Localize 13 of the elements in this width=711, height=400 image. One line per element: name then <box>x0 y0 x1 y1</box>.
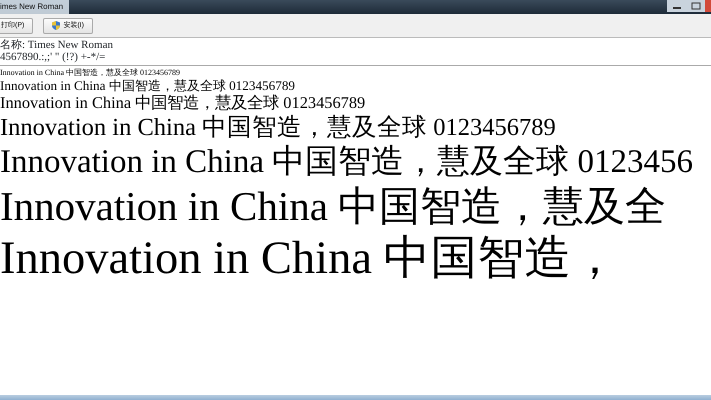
shield-icon <box>52 21 60 30</box>
maximize-icon[interactable] <box>687 0 705 12</box>
window-title: imes New Roman <box>0 0 70 14</box>
sample-text: Innovation in China 中国智造，慧及全球 0123456789 <box>0 93 366 114</box>
sample-text: Innovation in China 中国智造， <box>0 232 620 286</box>
sample-text: Innovation in China 中国智造，慧及全 <box>0 182 668 232</box>
minimize-icon[interactable] <box>667 0 687 12</box>
sample-text: Innovation in China 中国智造，慧及全球 0123456789 <box>0 78 296 94</box>
sample-text: Innovation in China 中国智造，慧及全球 0123456789 <box>0 68 181 78</box>
character-sample-text: 4567890.:,;' " (!?) +-*/= <box>0 51 106 63</box>
sample-text: Innovation in China 中国智造，慧及全球 0123456789 <box>0 113 557 143</box>
sample-text: Innovation in China 中国智造，慧及全球 0123456 <box>0 142 694 182</box>
font-name-text: 名称: Times New Roman <box>0 39 114 51</box>
